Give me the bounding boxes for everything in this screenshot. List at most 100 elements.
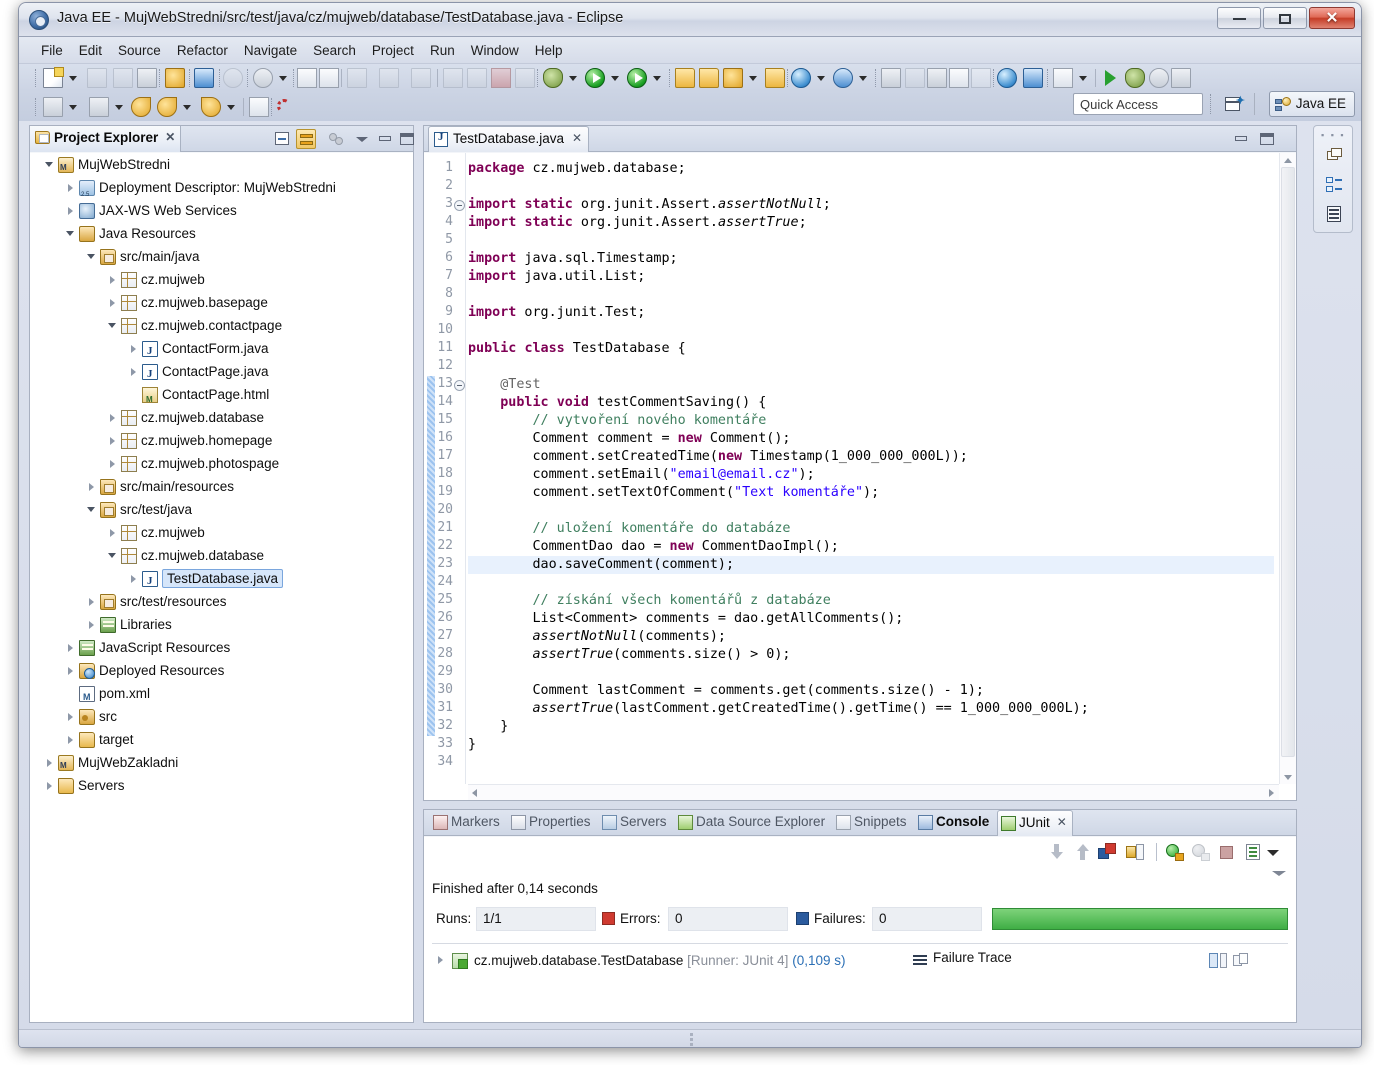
tree-item-src-test-resources[interactable]: src/test/resources	[30, 590, 413, 613]
debug-icon[interactable]	[543, 68, 563, 88]
menu-run[interactable]: Run	[422, 39, 463, 62]
step-return-icon[interactable]	[411, 68, 431, 88]
collapse-twisty-icon[interactable]	[44, 153, 56, 176]
forward-dropdown-icon[interactable]	[227, 103, 236, 112]
scroll-up-icon[interactable]	[1280, 153, 1296, 167]
back-history-icon[interactable]	[131, 97, 151, 117]
tree-item-contactform-java[interactable]: ContactForm.java	[30, 337, 413, 360]
tree-item-cz-mujweb[interactable]: cz.mujweb	[30, 521, 413, 544]
back-dropdown-icon[interactable]	[183, 103, 192, 112]
collapse-all-icon[interactable]	[272, 129, 292, 149]
tree-item-deployed-resources[interactable]: Deployed Resources	[30, 659, 413, 682]
expand-twisty-icon[interactable]	[107, 452, 119, 475]
redo-arrow-icon[interactable]	[347, 68, 367, 88]
minimize-view-icon[interactable]	[376, 129, 396, 149]
rerun-failed-icon[interactable]	[1192, 843, 1210, 861]
tree-item-cz-mujweb-photospage[interactable]: cz.mujweb.photospage	[30, 452, 413, 475]
outline-icon[interactable]	[1324, 174, 1344, 194]
run-on-server-dropdown-icon[interactable]	[653, 74, 662, 83]
open-resource-icon[interactable]	[765, 68, 785, 88]
run-green-arrow-icon[interactable]	[1101, 68, 1121, 88]
new-wizard-dropdown-icon[interactable]	[69, 74, 78, 83]
menu-source[interactable]: Source	[110, 39, 169, 62]
collapse-twisty-icon[interactable]	[86, 245, 98, 268]
pencil-icon[interactable]	[905, 68, 925, 88]
refresh-maven-icon[interactable]	[165, 68, 185, 88]
menu-navigate[interactable]: Navigate	[236, 39, 305, 62]
last-edit-location-icon[interactable]	[249, 97, 269, 117]
expand-twisty-icon[interactable]	[65, 176, 77, 199]
quick-fix-dropdown-icon[interactable]	[749, 74, 758, 83]
next-failure-icon[interactable]	[1048, 843, 1066, 861]
tree-item-cz-mujweb-contactpage[interactable]: cz.mujweb.contactpage	[30, 314, 413, 337]
expand-twisty-icon[interactable]	[107, 429, 119, 452]
menu-project[interactable]: Project	[364, 39, 422, 62]
previous-failure-icon[interactable]	[1074, 843, 1092, 861]
expand-twisty-icon[interactable]	[86, 475, 98, 498]
scrollbar-thumb[interactable]	[1281, 167, 1295, 757]
view-menu-icon[interactable]	[1264, 843, 1282, 861]
menu-edit[interactable]: Edit	[71, 39, 110, 62]
tree-item-jax-ws-web-services[interactable]: JAX-WS Web Services	[30, 199, 413, 222]
quick-access-input[interactable]: Quick Access	[1073, 93, 1203, 115]
open-browser-icon[interactable]	[997, 68, 1017, 88]
compare-result-icon[interactable]	[1208, 952, 1228, 970]
expand-twisty-icon[interactable]	[107, 406, 119, 429]
fold-collapse-icon[interactable]	[454, 200, 465, 211]
build-settings-icon[interactable]	[253, 68, 273, 88]
show-failures-only-icon[interactable]	[1098, 843, 1116, 861]
collapse-twisty-icon[interactable]	[65, 222, 77, 245]
expand-twisty-icon[interactable]	[65, 659, 77, 682]
build-settings-dropdown-icon[interactable]	[279, 74, 288, 83]
collapse-twisty-icon[interactable]	[107, 544, 119, 567]
tab-junit[interactable]: JUnit✕	[997, 810, 1073, 836]
restore-icon[interactable]	[1324, 146, 1344, 166]
tree-item-target[interactable]: target	[30, 728, 413, 751]
expand-twisty-icon[interactable]	[65, 728, 77, 751]
database-icon[interactable]	[1053, 68, 1073, 88]
tab-servers[interactable]: Servers	[599, 810, 673, 836]
menu-help[interactable]: Help	[527, 39, 571, 62]
tree-item-cz-mujweb-homepage[interactable]: cz.mujweb.homepage	[30, 429, 413, 452]
stop-build-icon[interactable]	[1149, 68, 1169, 88]
save-all-icon[interactable]	[113, 68, 133, 88]
undo-arrow-icon[interactable]	[379, 68, 399, 88]
run-dropdown-icon[interactable]	[611, 74, 620, 83]
minimize-editor-icon[interactable]	[1232, 129, 1250, 147]
tree-item-testdatabase-java[interactable]: TestDatabase.java	[30, 567, 413, 590]
maximize-button[interactable]	[1263, 7, 1307, 29]
web-project-dropdown-icon[interactable]	[817, 74, 826, 83]
rerun-test-icon[interactable]	[1166, 843, 1184, 861]
tree-item-contactpage-java[interactable]: ContactPage.java	[30, 360, 413, 383]
editor-horizontal-scrollbar[interactable]	[468, 784, 1279, 800]
expand-twisty-icon[interactable]	[65, 636, 77, 659]
new-annotation-icon[interactable]	[319, 68, 339, 88]
code-editor[interactable]: 1234567891011121314151617181920212223242…	[424, 153, 1296, 800]
toggle-markoccurrences-icon[interactable]	[223, 68, 243, 88]
tree-item-cz-mujweb-database[interactable]: cz.mujweb.database	[30, 544, 413, 567]
tree-item-src-main-resources[interactable]: src/main/resources	[30, 475, 413, 498]
expand-twisty-icon[interactable]	[128, 360, 140, 383]
expand-twisty-icon[interactable]	[128, 337, 140, 360]
project-tree[interactable]: MujWebStredniDeployment Descriptor: MujW…	[30, 153, 413, 1022]
debug-ant-icon[interactable]	[1125, 68, 1145, 88]
expand-twisty-icon[interactable]	[44, 751, 56, 774]
tree-item-cz-mujweb[interactable]: cz.mujweb	[30, 268, 413, 291]
maximize-view-icon[interactable]	[398, 129, 418, 149]
tab-console[interactable]: Console	[915, 810, 995, 836]
expand-twisty-icon[interactable]	[44, 774, 56, 797]
new-spring-icon[interactable]	[833, 68, 853, 88]
paragraph-icon[interactable]	[971, 68, 991, 88]
lock-scroll-icon[interactable]	[1126, 843, 1144, 861]
tree-item-src-test-java[interactable]: src/test/java	[30, 498, 413, 521]
expand-twisty-icon[interactable]	[107, 291, 119, 314]
search-bird-icon[interactable]	[927, 68, 947, 88]
tree-item-src-main-java[interactable]: src/main/java	[30, 245, 413, 268]
new-wizard-icon[interactable]	[43, 68, 63, 88]
forward-arrow-icon[interactable]	[201, 97, 221, 117]
tree-item-javascript-resources[interactable]: JavaScript Resources	[30, 636, 413, 659]
new-quick-fix-icon[interactable]	[723, 68, 743, 88]
maven-build-icon[interactable]	[194, 68, 214, 88]
minimize-junit-icon[interactable]	[1270, 865, 1288, 883]
perspective-java-ee-button[interactable]: Java EE	[1269, 91, 1355, 117]
